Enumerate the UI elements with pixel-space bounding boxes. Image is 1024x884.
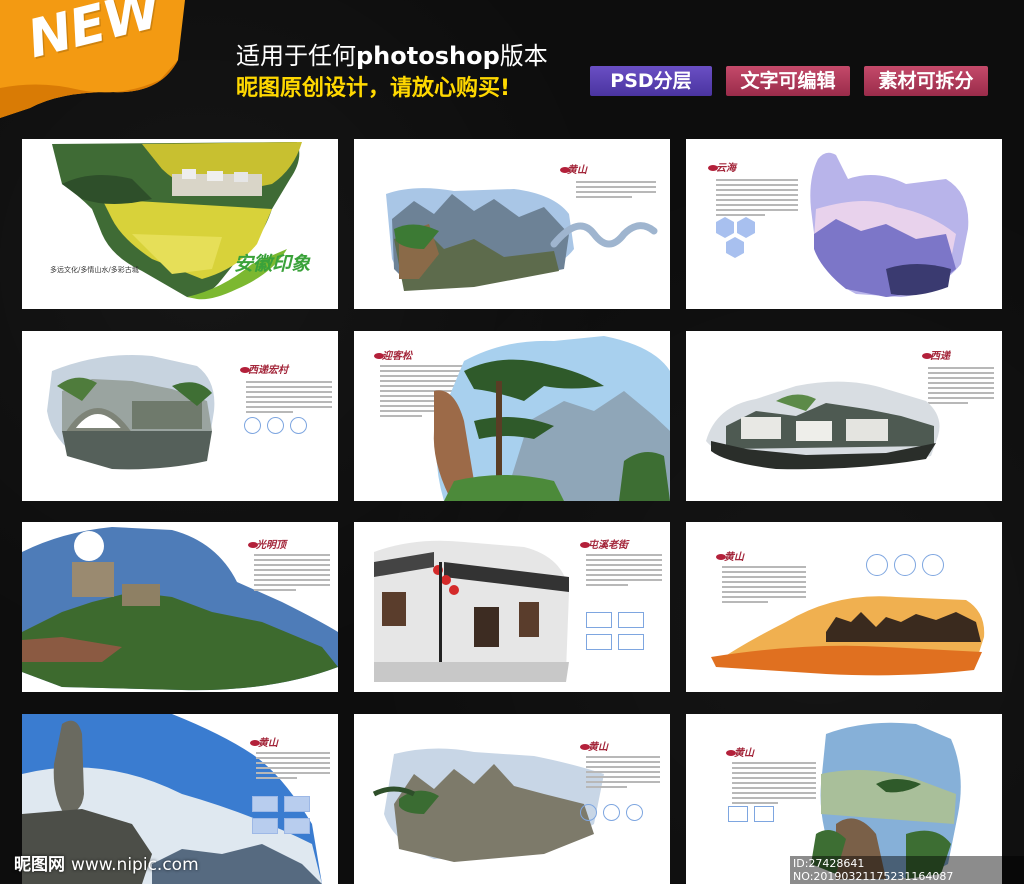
card-title: 黄山 — [588, 742, 608, 753]
card-village-bridge[interactable]: 西递宏村 — [22, 331, 338, 501]
cover-landscape-image — [52, 142, 302, 300]
card-guangmingding[interactable]: 光明顶 — [22, 522, 338, 692]
tag-separable-material: 素材可拆分 — [864, 66, 988, 96]
site-watermark: 昵图网 www.nipic.com — [14, 855, 199, 875]
card-title: 屯溪老街 — [588, 540, 628, 551]
tag-editable-text: 文字可编辑 — [726, 66, 850, 96]
card-xidi-village[interactable]: 西递 — [686, 331, 1002, 501]
card-title: 西递宏村 — [248, 365, 288, 376]
card-sea-of-clouds[interactable]: 云海 — [686, 139, 1002, 309]
headline-original: 昵图原创设计，请放心购买! — [236, 76, 511, 101]
body-text-block — [586, 554, 662, 589]
tag-psd-layers: PSD分层 — [590, 66, 712, 96]
guangmingding-image — [22, 527, 338, 691]
card-cover[interactable]: 安徽印象 多远文化/多情山水/多彩古城 — [22, 139, 338, 309]
mountain-brush-image — [386, 188, 658, 291]
card-title: 黄山 — [258, 738, 278, 749]
photo-box-frames — [252, 796, 310, 834]
body-text-block — [576, 181, 656, 201]
headline-compat: 适用于任何photoshop版本 — [236, 42, 548, 70]
photo-circle-frames — [244, 417, 307, 434]
cliffs-image — [372, 748, 604, 862]
card-old-street[interactable]: 屯溪老街 — [354, 522, 670, 692]
photo-circle-frames — [580, 804, 643, 821]
card-huangshan-mountains[interactable]: 黄山 — [354, 139, 670, 309]
image-id-watermark: ID:27428641 NO:20190321175231164087 — [790, 856, 1024, 884]
welcoming-pine-image — [433, 336, 670, 501]
cover-title: 安徽印象 — [234, 253, 311, 275]
card-welcoming-pine[interactable]: 迎客松 — [354, 331, 670, 501]
card-title: 光明顶 — [256, 540, 286, 551]
photo-box-frames — [586, 612, 644, 650]
sea-of-clouds-image — [810, 152, 969, 297]
body-text-block — [256, 752, 330, 782]
card-sunset-peaks[interactable]: 黄山 — [686, 522, 1002, 692]
new-badge: NEW — [0, 0, 185, 120]
card-cliffs[interactable]: 黄山 — [354, 714, 670, 884]
body-text-block — [246, 381, 332, 416]
cover-subtitle: 多远文化/多情山水/多彩古城 — [50, 266, 139, 274]
sunset-peaks-image — [711, 596, 985, 676]
body-text-block — [254, 554, 330, 594]
body-text-block — [586, 756, 660, 791]
xidi-village-image — [706, 381, 940, 470]
stone-bridge-image — [47, 355, 215, 470]
card-title: 黄山 — [567, 165, 587, 176]
